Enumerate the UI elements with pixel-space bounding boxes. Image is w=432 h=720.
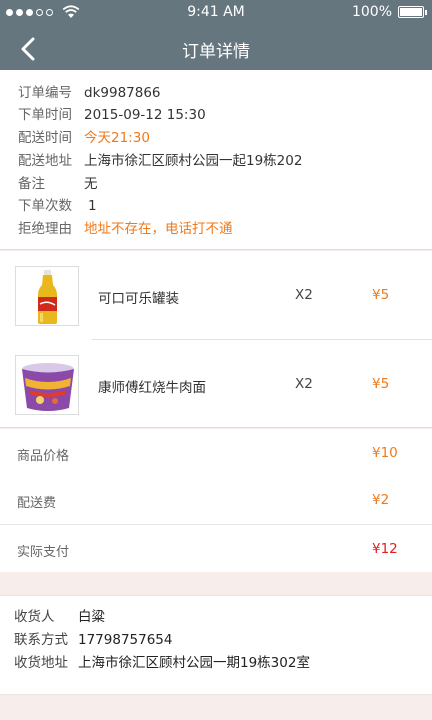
- info-row-delivery-time: 配送时间 今天21:30: [18, 127, 150, 149]
- delivery-fee-row: 配送费 ¥2: [0, 476, 432, 524]
- consignee-address-row: 收货地址 上海市徐汇区顾村公园一期19栋302室: [14, 652, 310, 674]
- reject-reason-value: 地址不存在，电话打不通: [84, 221, 233, 237]
- consignee-name-label: 收货人: [14, 609, 55, 625]
- actual-paid-value: ¥12: [372, 541, 398, 557]
- info-row-remark: 备注 无: [18, 173, 98, 195]
- consignee-name-value: 白粱: [78, 609, 105, 625]
- remark-value: 无: [84, 176, 98, 192]
- page-title: 订单详情: [182, 42, 250, 62]
- consignee-phone-label: 联系方式: [14, 632, 68, 648]
- info-row-order-time: 下单时间 2015-09-12 15:30: [18, 104, 206, 126]
- consignee-name-row: 收货人 白粱: [14, 606, 105, 628]
- battery-percent: 100%: [351, 4, 392, 20]
- order-count-value: 1: [88, 198, 97, 214]
- goods-price-value: ¥10: [372, 445, 398, 461]
- delivery-fee-value: ¥2: [372, 492, 390, 508]
- info-label: 配送时间: [18, 130, 72, 146]
- order-number-value: dk9987866: [84, 85, 161, 101]
- order-info-section: 订单编号 dk9987866 下单时间 2015-09-12 15:30 配送时…: [0, 70, 432, 250]
- product-name: 可口可乐罐装: [98, 291, 179, 307]
- actual-paid-row: 实际支付 ¥12: [0, 525, 432, 573]
- delivery-fee-label: 配送费: [17, 496, 57, 511]
- order-time-value: 2015-09-12 15:30: [84, 107, 206, 123]
- product-list: 可口可乐罐装 X2 ¥5 康师傅红烧牛肉面 X2 ¥5: [0, 251, 432, 428]
- info-row-delivery-address: 配送地址 上海市徐汇区顾村公园一起19栋202: [18, 150, 302, 172]
- info-row-reject-reason: 拒绝理由 地址不存在，电话打不通: [18, 218, 233, 240]
- battery-status: 100%: [351, 4, 427, 20]
- product-image-noodles: [15, 355, 79, 415]
- list-item[interactable]: 可口可乐罐装 X2 ¥5: [0, 251, 432, 340]
- info-label: 拒绝理由: [18, 221, 72, 237]
- noodle-cup-icon: [22, 363, 74, 411]
- delivery-time-value: 今天21:30: [84, 130, 150, 146]
- consignee-section: 收货人 白粱 联系方式 17798757654 收货地址 上海市徐汇区顾村公园一…: [0, 595, 432, 695]
- product-image-cola: [15, 266, 79, 326]
- actual-paid-label: 实际支付: [17, 545, 70, 560]
- nav-bar: 订单详情: [0, 28, 432, 70]
- info-label: 备注: [18, 176, 45, 192]
- battery-icon: [398, 6, 427, 18]
- status-bar: 9:41 AM 100%: [0, 0, 432, 28]
- consignee-address-value: 上海市徐汇区顾村公园一期19栋302室: [78, 655, 310, 671]
- consignee-phone-value[interactable]: 17798757654: [78, 629, 172, 651]
- info-label: 订单编号: [18, 85, 72, 101]
- product-quantity: X2: [295, 287, 313, 303]
- price-summary-section: 商品价格 ¥10 配送费 ¥2 实际支付 ¥12: [0, 429, 432, 572]
- list-item[interactable]: 康师傅红烧牛肉面 X2 ¥5: [0, 340, 432, 428]
- info-row-order-count: 下单次数 1: [18, 195, 97, 217]
- info-label: 下单次数: [18, 198, 72, 214]
- info-label: 下单时间: [18, 107, 72, 123]
- product-price: ¥5: [372, 376, 390, 392]
- goods-price-label: 商品价格: [17, 449, 70, 464]
- cola-bottle-icon: [38, 270, 57, 324]
- info-label: 配送地址: [18, 153, 72, 169]
- consignee-phone-row: 联系方式 17798757654: [14, 629, 172, 651]
- consignee-address-label: 收货地址: [14, 655, 68, 671]
- product-price: ¥5: [372, 287, 390, 303]
- delivery-address-value: 上海市徐汇区顾村公园一起19栋202: [84, 153, 303, 169]
- goods-price-row: 商品价格 ¥10: [0, 429, 432, 477]
- product-name: 康师傅红烧牛肉面: [98, 380, 206, 396]
- product-quantity: X2: [295, 376, 313, 392]
- info-row-order-number: 订单编号 dk9987866: [18, 82, 161, 104]
